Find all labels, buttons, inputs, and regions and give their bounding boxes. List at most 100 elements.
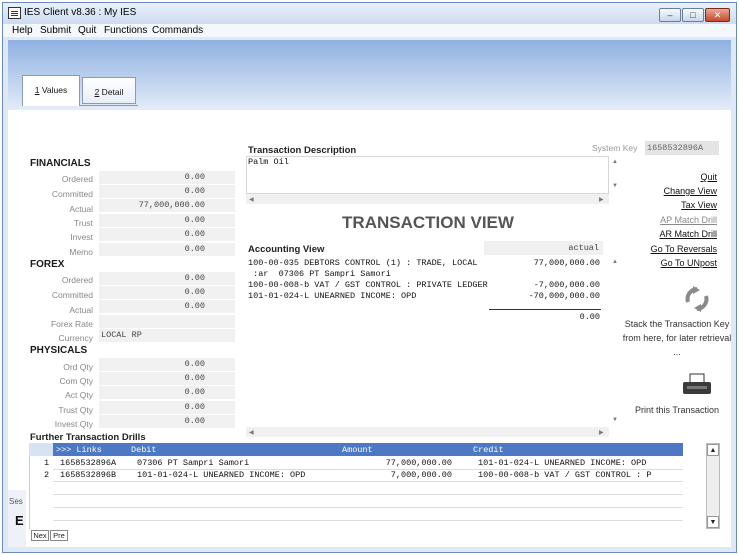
description-hscroll[interactable] (246, 194, 609, 204)
physicals-label: Invest Qty (54, 419, 93, 429)
physicals-label: Act Qty (65, 390, 93, 400)
app-icon[interactable] (8, 7, 21, 19)
accounting-amount: -7,000,000.00 (533, 280, 600, 290)
link-key[interactable]: 1658532896A (60, 458, 116, 468)
financials-label: Committed (51, 189, 93, 199)
tax-view-link[interactable]: Tax View (607, 200, 717, 210)
table-row[interactable]: 1 1658532896A 07306 PT Sampri Samori 77,… (30, 458, 683, 470)
scroll-right-icon[interactable]: ▶ (599, 429, 604, 436)
tab-values[interactable]: 1 Values (22, 75, 80, 106)
forex-value (99, 315, 235, 328)
total-rule (489, 309, 601, 310)
stack-refresh-icon[interactable] (684, 286, 710, 312)
drill-amount: 7,000,000.00 (390, 470, 452, 480)
scroll-left-icon[interactable]: ◀ (249, 196, 254, 203)
forex-label: Committed (51, 290, 93, 300)
scroll-left-icon[interactable]: ◀ (249, 429, 254, 436)
drills-header-credit[interactable]: Credit (473, 445, 504, 455)
go-to-unpost-link[interactable]: Go To UNpost (607, 258, 717, 268)
financials-label: Invest (70, 232, 93, 242)
row-number: 1 (44, 458, 50, 468)
financials-value: 77,000,000.00 (99, 199, 235, 212)
physicals-heading: PHYSICALS (30, 345, 88, 356)
description-label: Transaction Description (248, 145, 357, 156)
menu-commands[interactable]: Commands (152, 25, 203, 36)
close-button[interactable]: ✕ (705, 8, 730, 22)
ap-match-drill-link[interactable]: AP Match Drill (607, 215, 717, 225)
menu-functions[interactable]: Functions (104, 25, 147, 36)
prev-button[interactable]: Pre (50, 530, 68, 541)
accounting-line: 100-00-008-b VAT / GST CONTROL : PRIVATE… (248, 280, 488, 290)
table-row[interactable]: 2 1658532896B 101-01-024-L UNEARNED INCO… (30, 470, 683, 482)
credit-account: 100-00-008-b VAT / GST CONTROL : P (478, 470, 652, 480)
physicals-value: 0.00 (99, 415, 235, 428)
session-fragment: Ses (9, 497, 23, 506)
financials-value: 0.00 (99, 171, 235, 184)
tab-divider (80, 105, 138, 106)
accounting-label: Accounting View (248, 244, 325, 255)
drills-label: Further Transaction Drills (30, 432, 146, 443)
forex-label: Actual (69, 305, 93, 315)
forex-label: Ordered (61, 275, 93, 285)
forex-value: 0.00 (99, 300, 235, 313)
go-to-reversals-link[interactable]: Go To Reversals (607, 244, 717, 254)
physicals-value: 0.00 (99, 386, 235, 399)
scroll-down-icon[interactable]: ▼ (707, 516, 719, 528)
change-view-link[interactable]: Change View (607, 186, 717, 196)
financials-label: Ordered (61, 174, 93, 184)
physicals-value: 0.00 (99, 358, 235, 371)
scroll-down-icon[interactable]: ▼ (612, 417, 618, 423)
ar-match-drill-link[interactable]: AR Match Drill (607, 229, 717, 239)
next-button[interactable]: Nex (31, 530, 49, 541)
physicals-value: 0.00 (99, 372, 235, 385)
credit-account: 101-01-024-L UNEARNED INCOME: OPD (478, 458, 647, 468)
accounting-amount: -70,000,000.00 (528, 291, 600, 301)
forex-heading: FOREX (30, 259, 65, 270)
grid-line (53, 520, 683, 521)
menu-help[interactable]: Help (12, 25, 33, 36)
link-key[interactable]: 1658532896B (60, 470, 116, 480)
forex-label: Forex Rate (50, 319, 93, 329)
financials-heading: FINANCIALS (30, 158, 91, 169)
quit-link[interactable]: Quit (607, 172, 717, 182)
description-text: Palm Oil (248, 157, 289, 167)
scroll-right-icon[interactable]: ▶ (599, 196, 604, 203)
currency-value: LOCAL RP (99, 329, 235, 342)
scroll-up-icon[interactable]: ▲ (612, 159, 618, 165)
financials-value: 0.00 (99, 214, 235, 227)
drills-header-debit[interactable]: Debit (131, 445, 157, 455)
physicals-label: Com Qty (59, 376, 93, 386)
physicals-value: 0.00 (99, 401, 235, 414)
physicals-label: Ord Qty (63, 362, 93, 372)
page-title: TRANSACTION VIEW (342, 213, 514, 232)
financials-value: 0.00 (99, 185, 235, 198)
accounting-hscroll[interactable] (246, 427, 609, 437)
debit-account: 101-01-024-L UNEARNED INCOME: OPD (137, 470, 306, 480)
financials-label: Trust (73, 218, 93, 228)
tab-detail-label: Detail (99, 87, 124, 97)
minimize-button[interactable]: – (659, 8, 681, 22)
accounting-total: 0.00 (579, 312, 600, 322)
accounting-amount: 77,000,000.00 (533, 258, 600, 268)
tab-values-label: Values (39, 85, 68, 95)
forex-value: 0.00 (99, 272, 235, 285)
tab-detail[interactable]: 2 Detail (82, 77, 136, 104)
system-key-field[interactable]: 1658532896A (645, 141, 719, 155)
financials-value: 0.00 (99, 243, 235, 256)
accounting-line: :ar 07306 PT Sampri Samori (248, 269, 391, 279)
forex-value: 0.00 (99, 286, 235, 299)
print-transaction-note[interactable]: Print this Transaction (622, 403, 732, 417)
actual-column-header: actual (484, 241, 603, 255)
window-title: IES Client v8.36 : My IES (24, 7, 137, 18)
scroll-up-icon[interactable]: ▲ (707, 444, 719, 456)
menu-submit[interactable]: Submit (40, 25, 71, 36)
description-box[interactable] (246, 156, 609, 194)
drills-header-amount[interactable]: Amount (342, 445, 373, 455)
maximize-button[interactable]: □ (682, 8, 704, 22)
stack-transaction-note: Stack the Transaction Key from here, for… (622, 319, 732, 357)
row-number: 2 (44, 470, 50, 480)
drills-header-links[interactable]: >>> Links (56, 445, 102, 455)
system-key-label: System Key (592, 143, 638, 153)
printer-icon[interactable] (682, 373, 712, 397)
menu-quit[interactable]: Quit (78, 25, 96, 36)
